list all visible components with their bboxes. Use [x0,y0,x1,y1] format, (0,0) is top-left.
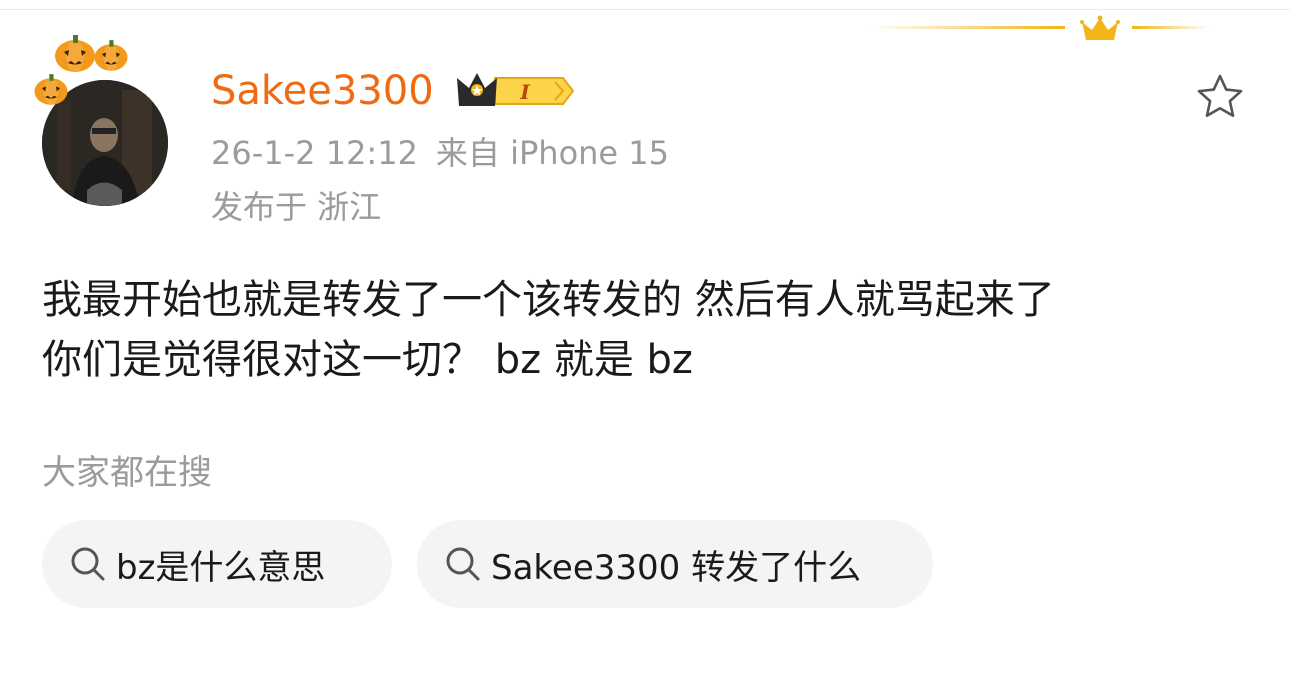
post-content-line: 你们是觉得很对这一切？ bz 就是 bz [42,337,693,383]
post-content: 我最开始也就是转发了一个该转发的 然后有人就骂起来了 你们是觉得很对这一切？ b… [42,270,1262,390]
post-meta: 26-1-2 12:12 来自 iPhone 15 [211,132,669,174]
post-content-line: 我最开始也就是转发了一个该转发的 然后有人就骂起来了 [42,277,1055,323]
top-divider [0,9,1290,10]
trending-chip-label: Sakee3300 转发了什么 [491,547,862,588]
trending-title: 大家都在搜 [42,453,212,493]
level-text: I [519,80,530,104]
trending-chip[interactable]: Sakee3300 转发了什么 [417,520,933,608]
pumpkin-icon [34,74,68,105]
search-icon [71,547,105,581]
crown-icon [870,15,1210,40]
vip-level-badge[interactable]: I [455,70,575,112]
star-outline-icon[interactable] [1195,72,1245,122]
search-icon [446,547,480,581]
trending-chip-label: bz是什么意思 [116,547,326,588]
post-card: Sakee3300 I 26-1-2 12:12 来自 iPhone 15 发布于… [0,0,1290,681]
post-location: 发布于 浙江 [211,188,382,226]
avatar[interactable] [30,28,175,206]
username[interactable]: Sakee3300 [211,66,434,116]
pumpkin-icon [94,40,128,71]
post-source: 来自 iPhone 15 [435,134,670,172]
trending-chip[interactable]: bz是什么意思 [42,520,392,608]
post-timestamp: 26-1-2 12:12 [211,134,418,172]
